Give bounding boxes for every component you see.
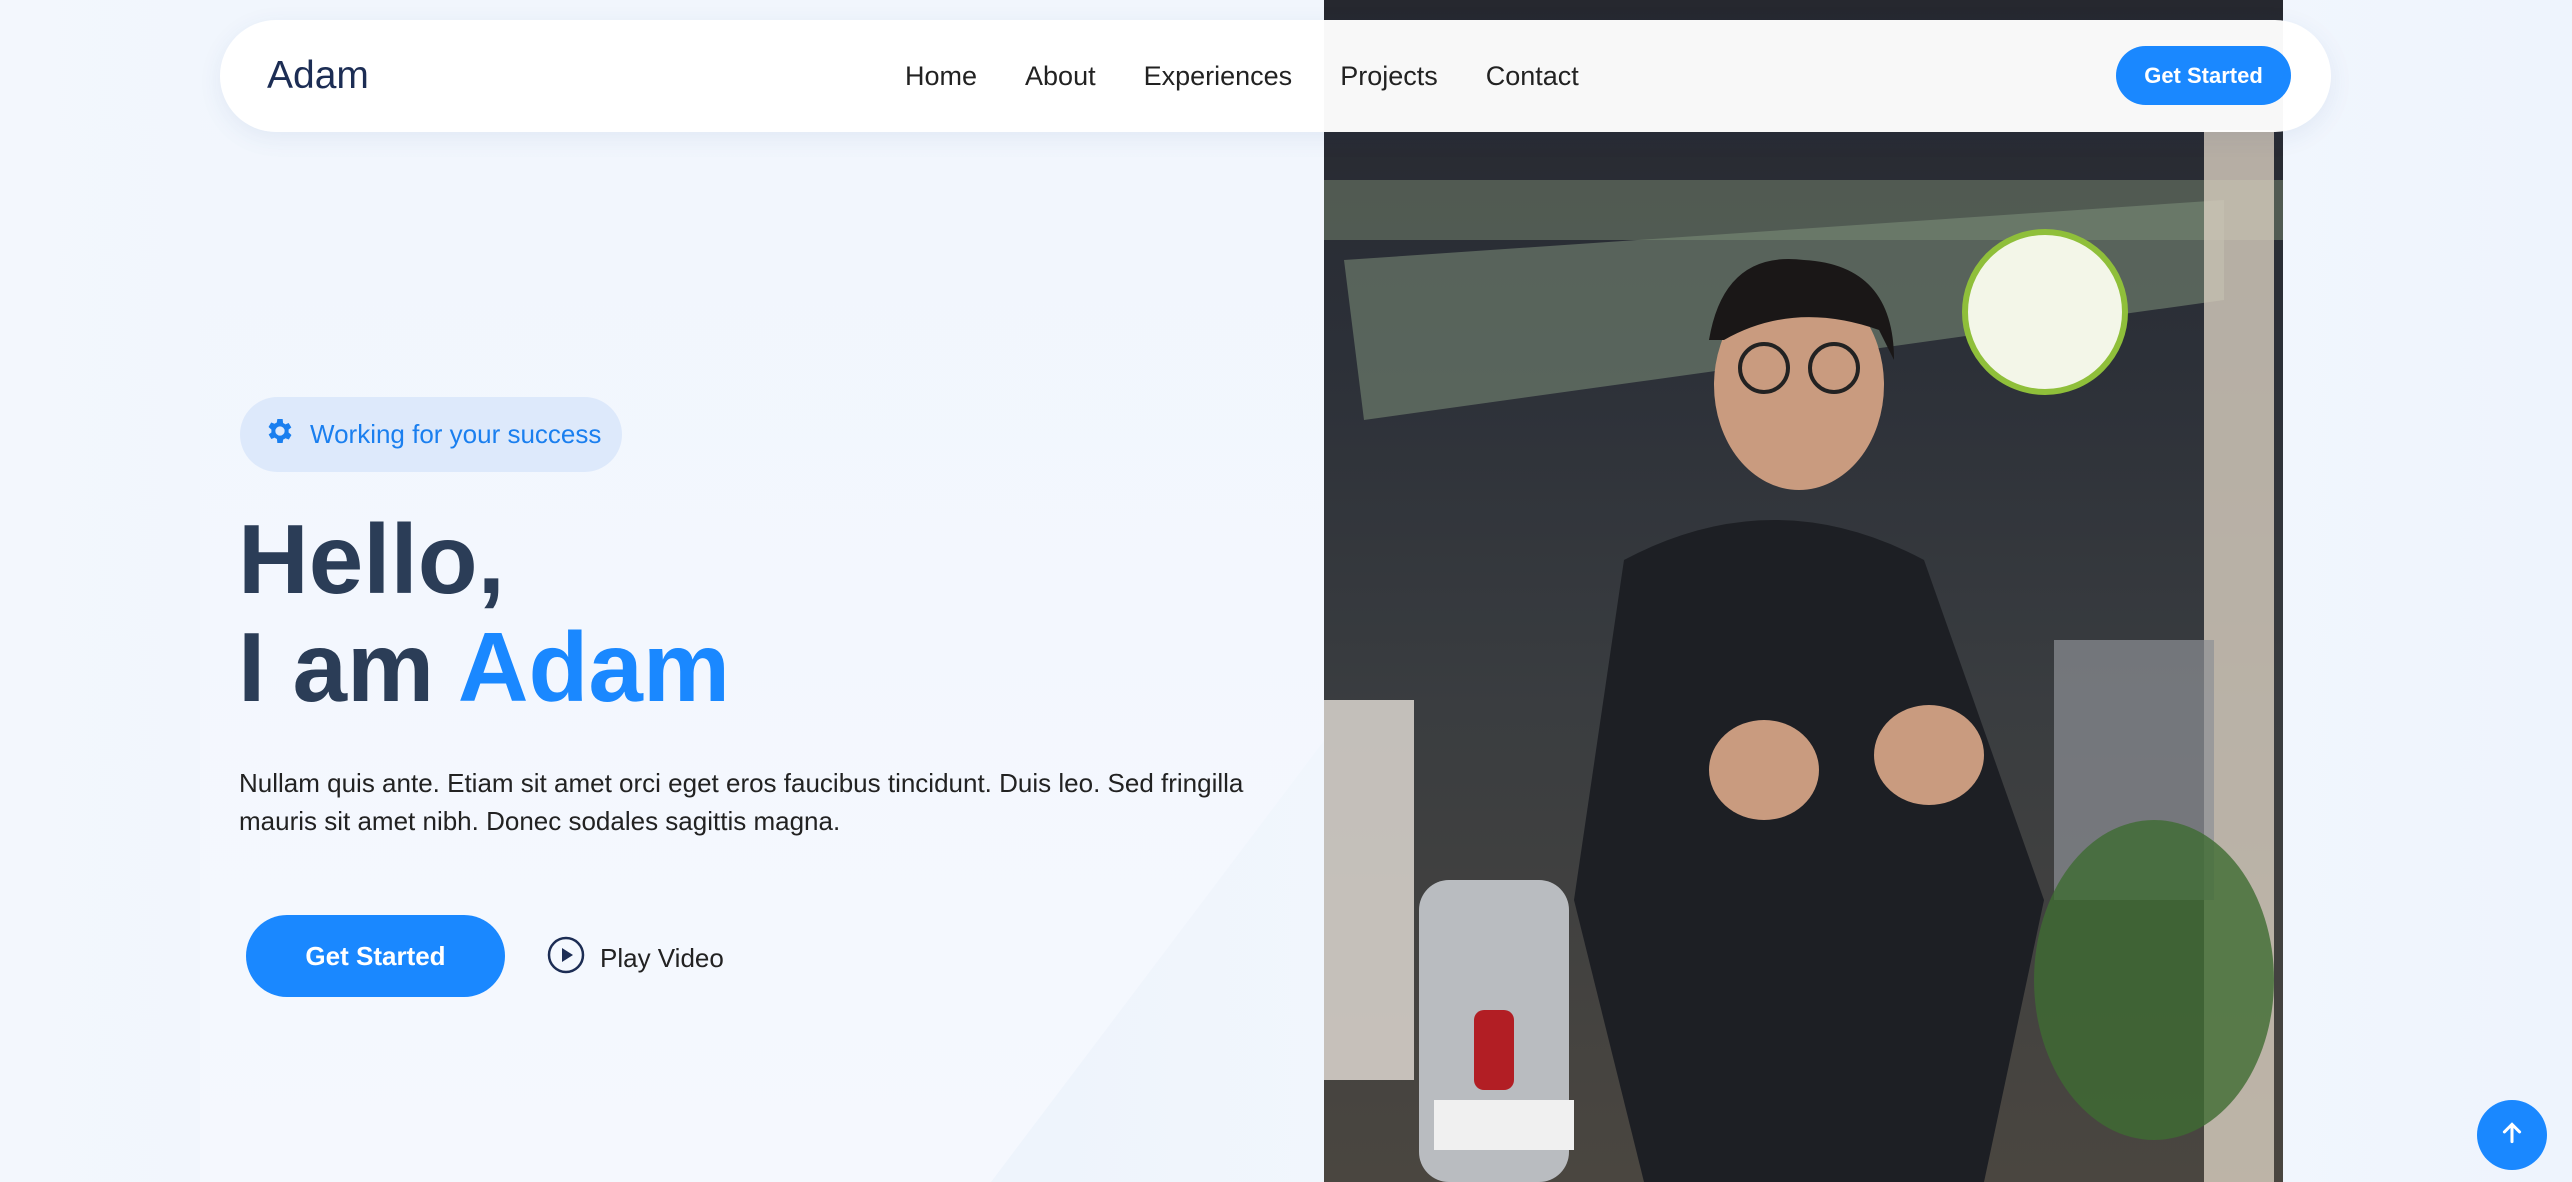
play-video-label: Play Video bbox=[600, 943, 724, 973]
person-photo-illustration bbox=[1324, 130, 2283, 1182]
hero-get-started-button[interactable]: Get Started bbox=[246, 915, 505, 997]
gear-icon bbox=[264, 415, 296, 454]
play-video-button[interactable]: Play Video bbox=[546, 935, 724, 982]
nav-link-projects[interactable]: Projects bbox=[1340, 61, 1438, 92]
title-line-2-prefix: I am bbox=[238, 612, 458, 722]
badge-text: Working for your success bbox=[310, 419, 602, 449]
nav-link-home[interactable]: Home bbox=[905, 61, 977, 92]
hero-badge: Working for your success bbox=[240, 397, 622, 472]
nav-links: Home About Experiences Projects Contact bbox=[905, 61, 1579, 92]
arrow-up-icon bbox=[2499, 1120, 2525, 1151]
nav-get-started-button[interactable]: Get Started bbox=[2116, 46, 2291, 105]
scroll-to-top-button[interactable] bbox=[2477, 1100, 2547, 1170]
nav-link-about[interactable]: About bbox=[1025, 61, 1096, 92]
top-navbar: Adam Home About Experiences Projects Con… bbox=[220, 20, 2331, 132]
title-name-highlight: Adam bbox=[457, 612, 730, 722]
play-circle-icon bbox=[546, 935, 586, 982]
nav-link-experiences[interactable]: Experiences bbox=[1144, 61, 1293, 92]
site-logo[interactable]: Adam bbox=[267, 54, 369, 98]
title-line-1: Hello, bbox=[238, 504, 505, 614]
nav-link-contact[interactable]: Contact bbox=[1486, 61, 1579, 92]
hero-description: Nullam quis ante. Etiam sit amet orci eg… bbox=[239, 768, 1244, 836]
hero-photo bbox=[1324, 0, 2283, 1182]
hero-title: Hello, I am Adam bbox=[238, 505, 730, 721]
